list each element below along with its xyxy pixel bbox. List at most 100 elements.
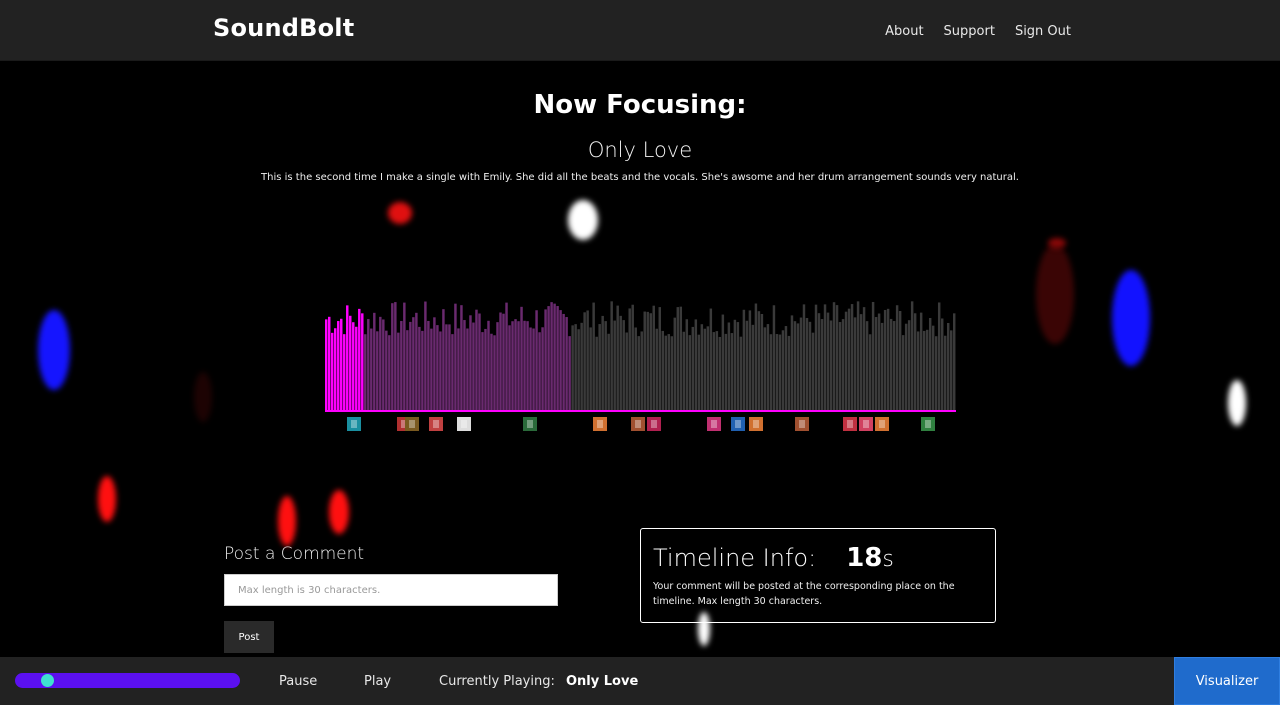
- waveform-bar: [415, 312, 418, 412]
- timeline-unit: s: [882, 547, 894, 572]
- waveform-bar: [913, 313, 917, 412]
- waveform-bar: [745, 320, 749, 412]
- waveform-bar: [742, 309, 746, 412]
- waveform-bar: [685, 319, 689, 412]
- nav-link-support[interactable]: Support: [944, 24, 995, 39]
- comment-avatar-detail: [799, 420, 805, 428]
- player-bar: Pause Play Currently Playing: Only Love …: [0, 657, 1280, 705]
- waveform-bar: [436, 325, 439, 412]
- waveform-bar: [334, 328, 337, 412]
- waveform-bar: [868, 334, 872, 412]
- waveform-bar: [865, 321, 869, 412]
- waveform-bar: [835, 305, 839, 412]
- waveform-bar: [403, 302, 406, 412]
- waveform-bar: [841, 319, 845, 412]
- waveform-bar: [631, 304, 634, 412]
- progress-slider-handle[interactable]: [40, 674, 54, 687]
- play-button[interactable]: Play: [364, 674, 391, 689]
- comment-section-title: Post a Comment: [224, 544, 365, 564]
- waveform-bar: [769, 334, 773, 412]
- waveform-bar: [871, 301, 875, 412]
- waveform-bar: [535, 310, 538, 412]
- waveform-bar: [904, 323, 908, 412]
- waveform-bar: [775, 334, 779, 412]
- waveform-bar: [712, 332, 716, 412]
- waveform-bar: [808, 321, 812, 412]
- waveform-bar: [376, 331, 379, 412]
- waveform-bar: [886, 308, 890, 412]
- waveform-bar: [586, 310, 589, 412]
- waveform-bar: [556, 306, 559, 412]
- waveform-bar: [529, 327, 532, 412]
- waveform-bar: [946, 323, 950, 412]
- waveform-bar: [700, 324, 704, 412]
- waveform-bar: [862, 307, 866, 412]
- comment-avatar-detail: [735, 420, 741, 428]
- waveform-bar: [352, 322, 355, 412]
- waveform-bar: [577, 329, 580, 412]
- waveform-bar: [874, 317, 878, 412]
- waveform-bar: [682, 331, 686, 412]
- pause-button[interactable]: Pause: [279, 674, 317, 689]
- waveform-bar: [919, 312, 923, 412]
- waveform-bar: [508, 325, 511, 412]
- waveform-bar: [373, 312, 376, 412]
- waveform-bar: [649, 313, 652, 412]
- waveform-bar: [346, 305, 349, 412]
- waveform-bar: [568, 336, 571, 412]
- waveform-bar: [391, 303, 394, 412]
- visualizer-orb: [1036, 244, 1074, 344]
- waveform-bar: [856, 301, 860, 412]
- waveform-bar: [616, 305, 619, 412]
- comment-input[interactable]: [224, 574, 558, 606]
- waveform-bar: [832, 302, 836, 412]
- waveform-bar: [760, 313, 764, 412]
- progress-slider[interactable]: [15, 673, 240, 688]
- nav-link-sign-out[interactable]: Sign Out: [1015, 24, 1071, 39]
- nav-link-about[interactable]: About: [885, 24, 923, 39]
- waveform-bar: [469, 315, 472, 412]
- waveform-bar: [553, 303, 556, 412]
- waveform-bar: [688, 335, 692, 412]
- waveform-bar: [598, 324, 601, 412]
- waveform-bar: [604, 321, 607, 412]
- waveform-bar: [448, 324, 451, 412]
- waveform-bar: [397, 332, 400, 412]
- waveform-bar: [628, 308, 631, 412]
- post-button[interactable]: Post: [224, 621, 274, 653]
- waveform-bar: [595, 336, 598, 412]
- waveform-bar: [724, 333, 728, 412]
- waveform-bar: [829, 320, 833, 412]
- waveform-bar: [340, 318, 343, 412]
- brand-logo[interactable]: SoundBolt: [213, 14, 354, 42]
- waveform-bar: [853, 317, 857, 412]
- waveform-bar: [364, 334, 367, 412]
- waveform-bar: [520, 306, 523, 412]
- waveform-bar: [502, 313, 505, 412]
- waveform-bar: [481, 332, 484, 412]
- waveform-bar: [532, 328, 535, 412]
- waveform-bar: [523, 320, 526, 412]
- waveform-bar: [367, 319, 370, 412]
- waveform-bar: [640, 331, 643, 412]
- waveform[interactable]: [325, 298, 956, 412]
- waveform-bar: [928, 318, 932, 412]
- waveform-bar: [457, 328, 460, 412]
- comment-avatar-detail: [433, 420, 439, 428]
- waveform-bar: [472, 322, 475, 412]
- waveform-bar: [757, 311, 761, 412]
- comment-avatar-detail: [635, 420, 641, 428]
- waveform-bar: [925, 329, 929, 412]
- waveform-bar: [709, 308, 713, 412]
- waveform-bar: [796, 323, 800, 412]
- waveform-bar: [718, 336, 722, 412]
- waveform-bar: [505, 302, 508, 412]
- waveform-bar: [814, 304, 818, 412]
- comment-avatar-detail: [753, 420, 759, 428]
- waveform-bar: [766, 324, 770, 412]
- waveform-bar: [463, 320, 466, 412]
- waveform-bar: [607, 333, 610, 412]
- waveform-bar: [565, 317, 568, 412]
- visualizer-button[interactable]: Visualizer: [1174, 657, 1280, 705]
- waveform-bar: [637, 336, 640, 412]
